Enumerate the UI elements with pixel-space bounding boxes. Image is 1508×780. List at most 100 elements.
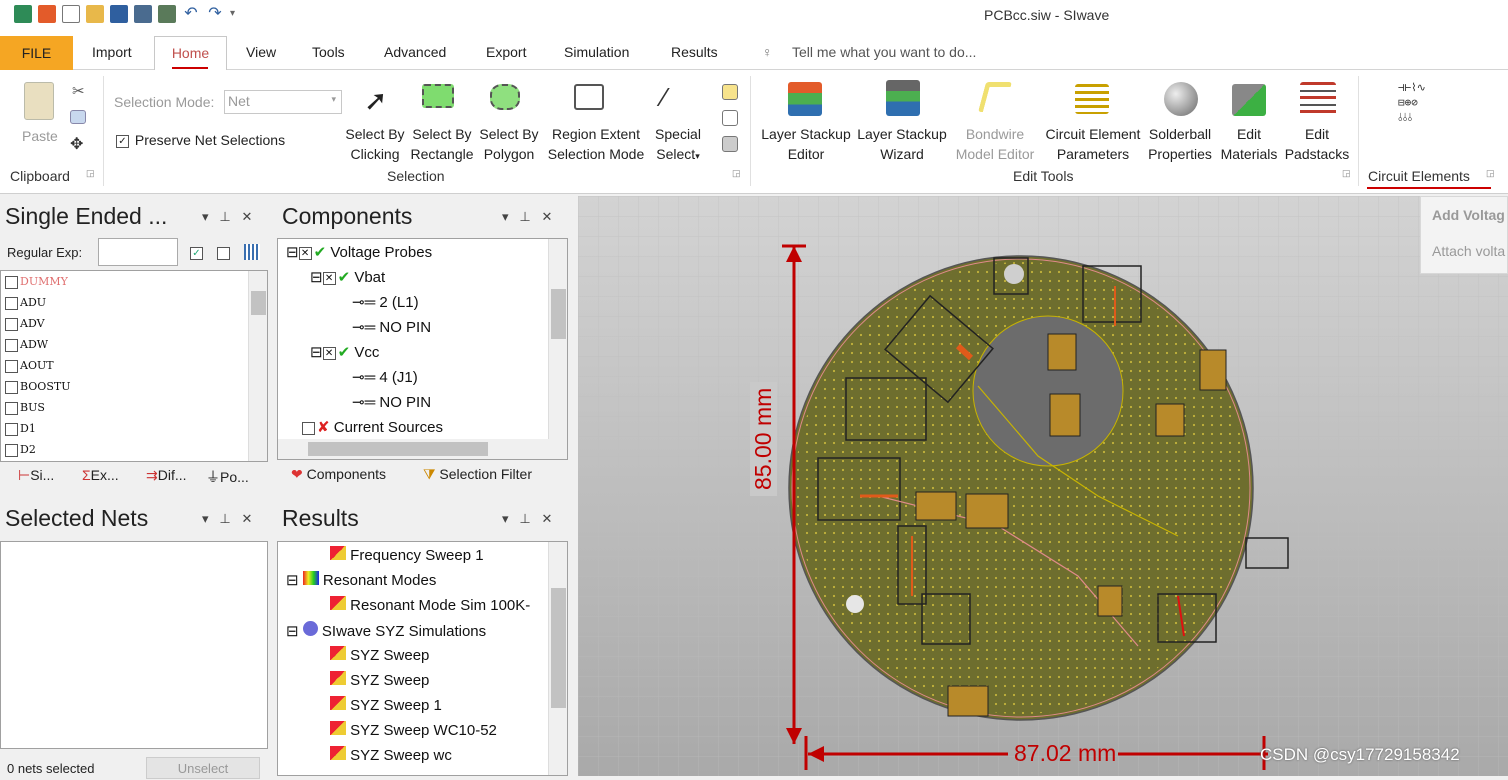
tree-leaf[interactable]: SYZ Sweep 1: [330, 696, 442, 714]
tab-advanced[interactable]: Advanced: [384, 44, 446, 60]
tree-leaf[interactable]: Resonant Mode Sim 100K-: [330, 596, 530, 614]
pin-icon[interactable]: ⊥: [219, 209, 230, 224]
tab-power[interactable]: ⏚Po...: [206, 467, 249, 487]
circuit-element-parameters-button[interactable]: Circuit Element Parameters: [1040, 124, 1146, 164]
tab-view[interactable]: View: [246, 44, 276, 60]
tell-me-search[interactable]: Tell me what you want to do...: [792, 44, 976, 60]
edit-materials-button[interactable]: Edit Materials: [1216, 124, 1282, 164]
layer-stackup-wizard-button[interactable]: Layer Stackup Wizard: [854, 124, 950, 164]
list-item[interactable]: AOUT: [5, 355, 54, 376]
list-item[interactable]: ADW: [5, 334, 48, 355]
tab-tools[interactable]: Tools: [312, 44, 345, 60]
pin-icon[interactable]: ⊥: [519, 511, 530, 526]
bondwire-icon[interactable]: [977, 82, 1013, 112]
selection-mode-select[interactable]: Net ▾: [224, 90, 342, 114]
save-as-icon[interactable]: [134, 5, 152, 23]
paste-icon[interactable]: [24, 82, 54, 120]
tab-file[interactable]: FILE: [0, 36, 73, 71]
copy-icon[interactable]: [70, 110, 86, 124]
move-icon[interactable]: ✥: [70, 134, 83, 154]
regexp-input[interactable]: [98, 238, 178, 266]
tree-node[interactable]: ⊟ ✕ ✔ Vcc: [310, 343, 379, 361]
region-extent-icon[interactable]: [574, 84, 604, 110]
pin-icon[interactable]: ⊥: [519, 209, 530, 224]
tree-node[interactable]: ⊟ Resonant Modes: [286, 571, 436, 589]
invert-select-icon[interactable]: [722, 136, 738, 152]
tab-differential[interactable]: ⇉Dif...: [146, 467, 187, 484]
tab-import[interactable]: Import: [92, 44, 132, 60]
check-all-icon[interactable]: ✓: [190, 247, 203, 260]
tree-leaf[interactable]: ⊸═ 4 (J1): [352, 368, 418, 386]
dropdown-icon[interactable]: ▾: [502, 209, 509, 224]
add-voltage-menu-item[interactable]: Add Voltag: [1432, 207, 1505, 223]
layer-stackup-editor-button[interactable]: Layer Stackup Editor: [758, 124, 854, 164]
scrollbar[interactable]: [548, 239, 567, 439]
solderball-properties-button[interactable]: Solderball Properties: [1144, 124, 1216, 164]
list-item[interactable]: DUMMY: [5, 271, 68, 292]
undo-icon[interactable]: ↶: [182, 5, 200, 23]
list-item[interactable]: D2: [5, 439, 36, 460]
list-item[interactable]: ADV: [5, 313, 45, 334]
export-icon[interactable]: [158, 5, 176, 23]
padstacks-icon[interactable]: [1300, 82, 1336, 118]
attach-voltage-menu-item[interactable]: Attach volta: [1432, 243, 1505, 259]
edit-tools-launcher-icon[interactable]: ◲: [1342, 168, 1351, 179]
close-icon[interactable]: ✕: [242, 209, 253, 224]
close-icon[interactable]: ✕: [542, 209, 553, 224]
tree-leaf[interactable]: SYZ Sweep wc: [330, 746, 452, 764]
preserve-net-checkbox[interactable]: ✓ Preserve Net Selections: [116, 132, 285, 148]
tree-node[interactable]: ⊟ SIwave SYZ Simulations: [286, 621, 486, 640]
tree-leaf[interactable]: SYZ Sweep WC10-52: [330, 721, 497, 739]
dropdown-icon[interactable]: ▾: [202, 511, 209, 526]
tree-node[interactable]: ⊟ ✕ ✔ Voltage Probes: [286, 243, 432, 261]
grid-icon[interactable]: [244, 244, 260, 260]
select-by-polygon-button[interactable]: Select By Polygon: [478, 124, 540, 164]
tree-leaf[interactable]: SYZ Sweep: [330, 646, 429, 664]
redo-icon[interactable]: ↷: [206, 5, 224, 23]
customize-qat-icon[interactable]: ▾: [230, 5, 248, 23]
special-select-button[interactable]: Special Select▾: [650, 124, 706, 166]
tab-extended[interactable]: ΣEx...: [82, 467, 119, 483]
new-file-icon[interactable]: [62, 5, 80, 23]
siwave-icon[interactable]: [14, 5, 32, 23]
tree-node[interactable]: ⊟ ✕ ✔ Vbat: [310, 268, 385, 286]
tab-export[interactable]: Export: [486, 44, 526, 60]
save-icon[interactable]: [110, 5, 128, 23]
polygon-select-icon[interactable]: [490, 84, 520, 110]
tree-leaf[interactable]: SYZ Sweep: [330, 671, 429, 689]
rectangle-select-icon[interactable]: [422, 84, 454, 108]
list-item[interactable]: BOOSTU: [5, 376, 70, 397]
cursor-icon[interactable]: ➚: [364, 84, 387, 117]
tab-simulation[interactable]: Simulation: [564, 44, 629, 60]
select-by-clicking-button[interactable]: Select By Clicking: [345, 124, 405, 164]
layout-canvas[interactable]: 85.00 mm 87.02 mm CSDN @csy17729158342: [578, 196, 1508, 776]
circuit-launcher-icon[interactable]: ◲: [1486, 168, 1495, 179]
tab-home[interactable]: Home: [154, 36, 227, 71]
paste-button[interactable]: Paste: [22, 126, 58, 146]
region-extent-button[interactable]: Region Extent Selection Mode: [543, 124, 649, 164]
tree-node[interactable]: ✘ Current Sources: [302, 418, 443, 436]
select-by-rectangle-button[interactable]: Select By Rectangle: [409, 124, 475, 164]
open-folder-icon[interactable]: [86, 5, 104, 23]
scrollbar[interactable]: [548, 542, 567, 775]
tree-leaf[interactable]: ⊸═ 2 (L1): [352, 293, 419, 311]
magic-wand-icon[interactable]: ⁄: [662, 82, 666, 113]
list-item[interactable]: D1: [5, 418, 36, 439]
materials-icon[interactable]: [1232, 84, 1266, 116]
tree-leaf[interactable]: ⊸═ NO PIN: [352, 318, 431, 336]
scrollbar[interactable]: [248, 271, 267, 461]
select-all-icon[interactable]: [722, 84, 738, 100]
stackup-wizard-icon[interactable]: [886, 80, 920, 116]
uncheck-all-icon[interactable]: [217, 247, 230, 260]
solderball-icon[interactable]: [1164, 82, 1198, 116]
tab-components[interactable]: ❤ Components: [291, 466, 386, 483]
tree-leaf[interactable]: Frequency Sweep 1: [330, 546, 484, 564]
tab-results[interactable]: Results: [671, 44, 718, 60]
close-icon[interactable]: ✕: [542, 511, 553, 526]
tree-leaf[interactable]: ⊸═ NO PIN: [352, 393, 431, 411]
tools-icon[interactable]: [38, 5, 56, 23]
circuit-parameters-icon[interactable]: [1075, 84, 1109, 114]
edit-padstacks-button[interactable]: Edit Padstacks: [1282, 124, 1352, 164]
dropdown-icon[interactable]: ▾: [502, 511, 509, 526]
tab-single-ended[interactable]: ⊢Si...: [18, 467, 54, 484]
